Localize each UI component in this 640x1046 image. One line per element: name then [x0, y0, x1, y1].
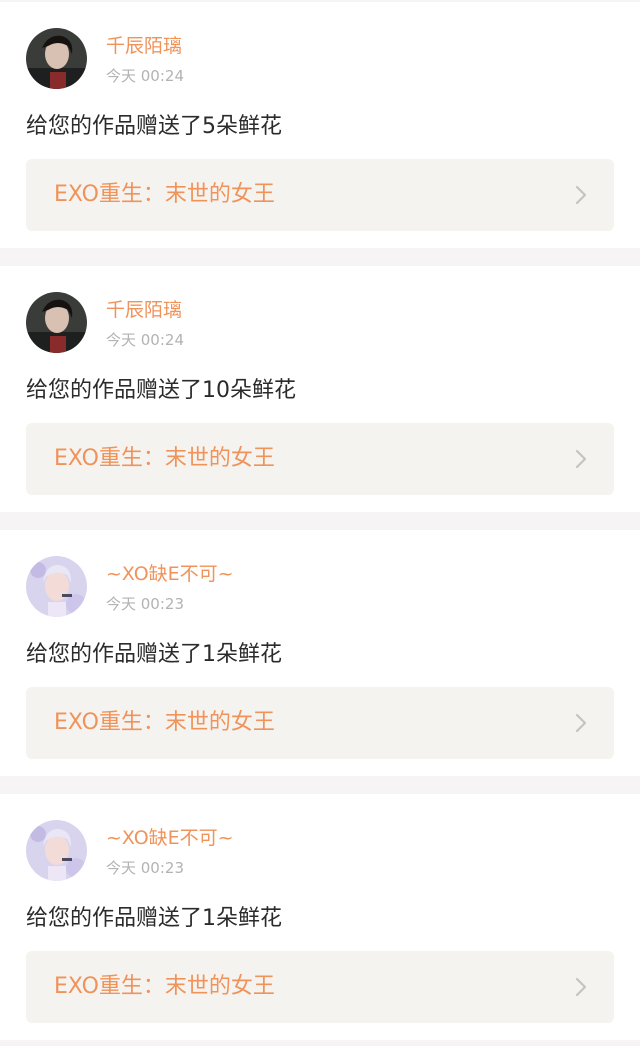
chevron-right-icon — [575, 449, 587, 469]
timestamp: 今天 00:23 — [106, 595, 184, 613]
username[interactable]: ~XO缺E不可~ — [106, 561, 234, 587]
notification-card: 千辰陌璃 今天 00:24 给您的作品赠送了5朵鲜花 EXO重生：末世的女王 — [0, 2, 640, 248]
username[interactable]: 千辰陌璃 — [106, 297, 182, 323]
chevron-right-icon — [575, 713, 587, 733]
notification-message: 给您的作品赠送了1朵鲜花 — [26, 642, 282, 667]
notification-feed: 千辰陌璃 今天 00:24 给您的作品赠送了5朵鲜花 EXO重生：末世的女王 千… — [0, 2, 640, 1040]
notification-message: 给您的作品赠送了1朵鲜花 — [26, 906, 282, 931]
timestamp: 今天 00:24 — [106, 67, 184, 85]
user-avatar[interactable] — [26, 820, 87, 881]
user-avatar[interactable] — [26, 556, 87, 617]
notification-card: ~XO缺E不可~ 今天 00:23 给您的作品赠送了1朵鲜花 EXO重生：末世的… — [0, 530, 640, 776]
notification-message: 给您的作品赠送了5朵鲜花 — [26, 114, 282, 139]
chevron-right-icon — [575, 977, 587, 997]
user-avatar[interactable] — [26, 28, 87, 89]
book-link-button[interactable]: EXO重生：末世的女王 — [26, 687, 614, 759]
book-title: EXO重生：末世的女王 — [54, 446, 275, 471]
user-avatar[interactable] — [26, 292, 87, 353]
book-title: EXO重生：末世的女王 — [54, 182, 275, 207]
username[interactable]: ~XO缺E不可~ — [106, 825, 234, 851]
book-link-button[interactable]: EXO重生：末世的女王 — [26, 159, 614, 231]
notification-card: ~XO缺E不可~ 今天 00:23 给您的作品赠送了1朵鲜花 EXO重生：末世的… — [0, 794, 640, 1040]
book-link-button[interactable]: EXO重生：末世的女王 — [26, 951, 614, 1023]
chevron-right-icon — [575, 185, 587, 205]
username[interactable]: 千辰陌璃 — [106, 33, 182, 59]
notification-message: 给您的作品赠送了10朵鲜花 — [26, 378, 296, 403]
timestamp: 今天 00:23 — [106, 859, 184, 877]
book-title: EXO重生：末世的女王 — [54, 974, 275, 999]
notification-card: 千辰陌璃 今天 00:24 给您的作品赠送了10朵鲜花 EXO重生：末世的女王 — [0, 266, 640, 512]
book-title: EXO重生：末世的女王 — [54, 710, 275, 735]
timestamp: 今天 00:24 — [106, 331, 184, 349]
book-link-button[interactable]: EXO重生：末世的女王 — [26, 423, 614, 495]
